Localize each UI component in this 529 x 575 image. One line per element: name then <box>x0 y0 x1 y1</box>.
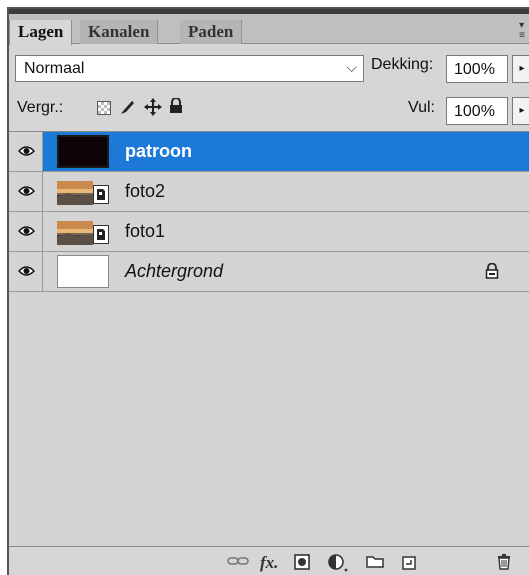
link-layers-icon[interactable] <box>227 554 249 572</box>
chevron-down-icon: ⌵ <box>346 59 357 75</box>
fill-input[interactable]: 100% <box>446 97 508 125</box>
layer-thumbnail-photo <box>57 181 93 205</box>
fx-icon[interactable]: fx. <box>260 554 278 572</box>
lock-all-icon[interactable] <box>169 97 183 120</box>
layer-name: foto1 <box>125 221 166 241</box>
lock-label: Vergr.: <box>17 99 64 116</box>
layer-row-patroon[interactable]: patroon <box>9 132 529 172</box>
layer-row-foto2[interactable]: foto2 <box>9 172 529 212</box>
eye-icon <box>18 146 35 156</box>
smart-object-icon <box>93 225 109 244</box>
layer-thumbnail <box>57 255 109 288</box>
layer-row-content[interactable]: patroon <box>42 132 529 171</box>
blend-mode-value: Normaal <box>24 60 85 77</box>
lock-position-icon[interactable] <box>144 98 162 122</box>
layer-name: foto2 <box>125 181 166 201</box>
delete-layer-icon[interactable] <box>497 554 511 572</box>
lock-image-pixels-icon[interactable] <box>119 98 137 122</box>
layer-thumbnail <box>57 135 109 168</box>
opacity-input[interactable]: 100% <box>446 55 508 83</box>
fill-label: Vul: <box>408 99 435 116</box>
tab-channels[interactable]: Kanalen <box>80 20 159 44</box>
panel-tab-bar: Lagen Kanalen Paden ▾ ≡ <box>9 14 529 45</box>
opacity-label: Dekking: <box>371 56 434 73</box>
fill-slider-arrow-icon[interactable]: ▸ <box>512 97 529 125</box>
new-group-icon[interactable] <box>366 554 384 572</box>
smart-object-icon <box>93 185 109 204</box>
layers-panel: Lagen Kanalen Paden ▾ ≡ Normaal ⌵ Dekking… <box>7 7 529 575</box>
layer-row-content[interactable]: Achtergrond <box>42 252 529 291</box>
opacity-slider-arrow-icon[interactable]: ▸ <box>512 55 529 83</box>
layer-row-content[interactable]: foto1 <box>42 212 529 251</box>
lock-icon <box>485 263 499 279</box>
eye-icon <box>18 266 35 276</box>
visibility-toggle[interactable] <box>9 172 42 211</box>
visibility-toggle[interactable] <box>9 132 42 171</box>
eye-icon <box>18 186 35 196</box>
blend-mode-select[interactable]: Normaal ⌵ <box>15 55 364 82</box>
layer-thumbnail-photo <box>57 221 93 245</box>
panel-footer: fx. <box>9 548 529 575</box>
panel-menu-icon[interactable]: ▾ ≡ <box>519 21 525 41</box>
lock-transparent-pixels-icon[interactable] <box>97 101 111 115</box>
tab-layers[interactable]: Lagen <box>9 20 73 45</box>
layer-row-content[interactable]: foto2 <box>42 172 529 211</box>
visibility-toggle[interactable] <box>9 212 42 251</box>
layers-list: patroon foto2 foto1 Achtergrond <box>9 131 529 547</box>
new-layer-icon[interactable] <box>402 554 418 572</box>
visibility-toggle[interactable] <box>9 252 42 291</box>
eye-icon <box>18 226 35 236</box>
layer-name: patroon <box>125 141 192 161</box>
add-mask-icon[interactable] <box>294 554 310 572</box>
tab-paths[interactable]: Paden <box>180 20 243 44</box>
adjustment-layer-icon[interactable] <box>328 554 350 572</box>
layer-row-achtergrond[interactable]: Achtergrond <box>9 252 529 292</box>
layer-name: Achtergrond <box>125 261 224 281</box>
layer-row-foto1[interactable]: foto1 <box>9 212 529 252</box>
